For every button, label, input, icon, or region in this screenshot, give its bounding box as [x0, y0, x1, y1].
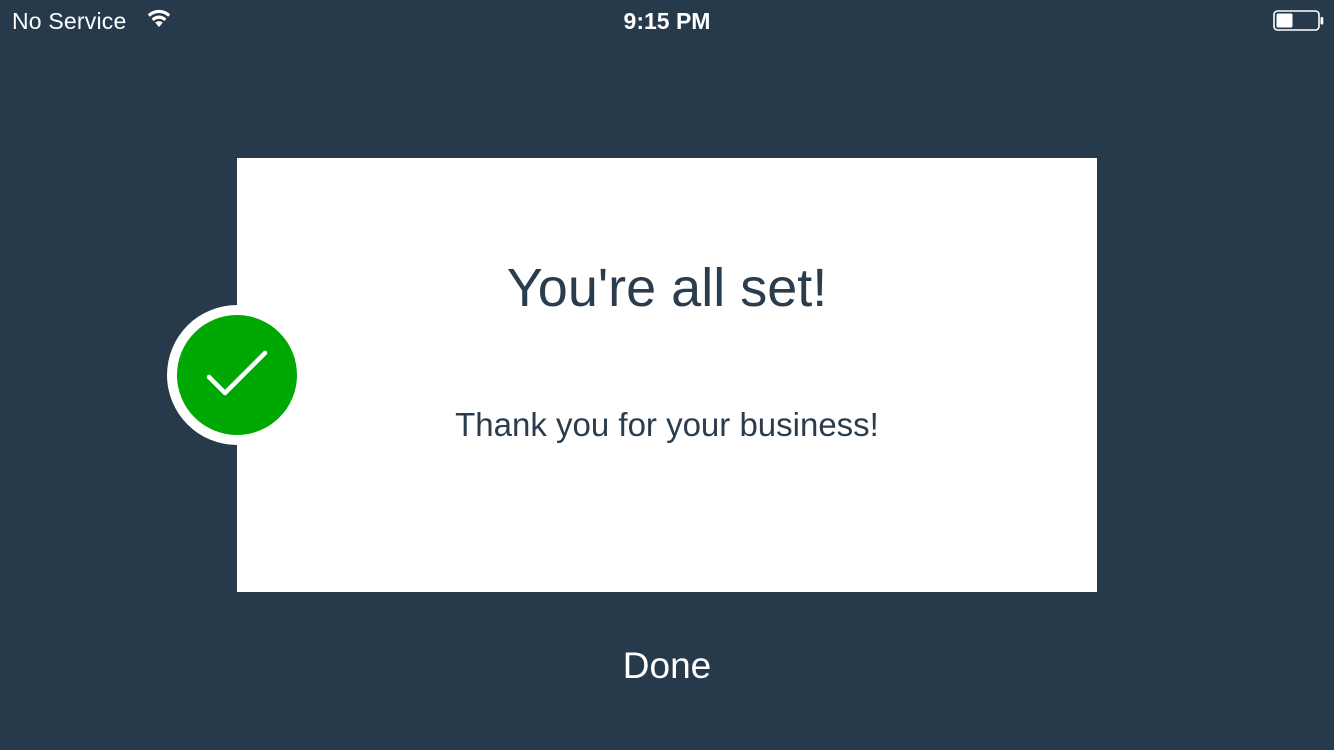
checkmark-icon — [177, 315, 297, 435]
success-badge — [167, 305, 307, 445]
battery-icon — [1273, 10, 1325, 32]
confirmation-card — [237, 158, 1097, 592]
status-bar: No Service 9:15 PM — [0, 0, 1334, 42]
done-button[interactable]: Done — [567, 636, 767, 696]
confirmation-title: You're all set! — [506, 258, 828, 318]
status-time: 9:15 PM — [623, 8, 711, 34]
